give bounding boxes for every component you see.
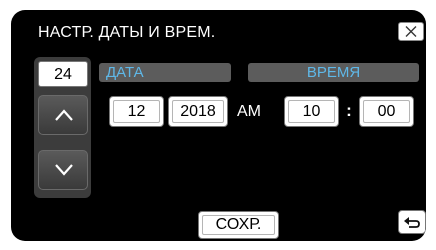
save-button-label: СОХР. xyxy=(215,216,262,233)
close-icon xyxy=(405,26,417,37)
close-button[interactable] xyxy=(398,22,424,41)
time-separator: : xyxy=(346,101,352,120)
tab-time[interactable]: ВРЕМЯ xyxy=(248,63,419,82)
year-field[interactable]: 2018 xyxy=(168,96,228,127)
save-button[interactable]: СОХР. xyxy=(198,211,279,239)
minute-value: 00 xyxy=(377,103,396,120)
meridiem-label: AM xyxy=(237,103,261,120)
chevron-down-icon xyxy=(55,164,73,176)
decrement-button[interactable] xyxy=(38,150,88,190)
minute-field[interactable]: 00 xyxy=(359,96,414,127)
increment-button[interactable] xyxy=(38,95,88,135)
hour-field[interactable]: 10 xyxy=(284,96,339,127)
tab-date[interactable]: ДАТА xyxy=(99,63,231,82)
day-field[interactable]: 24 xyxy=(38,61,88,87)
hour-value: 10 xyxy=(302,103,321,120)
month-value: 12 xyxy=(127,103,146,120)
back-button[interactable] xyxy=(398,210,426,234)
year-value: 2018 xyxy=(180,103,216,120)
date-time-settings-screen: НАСТР. ДАТЫ И ВРЕМ. 24 ДАТА ВРЕМЯ 12 201… xyxy=(11,10,426,241)
chevron-up-icon xyxy=(55,109,73,121)
month-field[interactable]: 12 xyxy=(109,96,164,127)
page-title: НАСТР. ДАТЫ И ВРЕМ. xyxy=(38,24,216,41)
back-icon xyxy=(404,217,420,228)
